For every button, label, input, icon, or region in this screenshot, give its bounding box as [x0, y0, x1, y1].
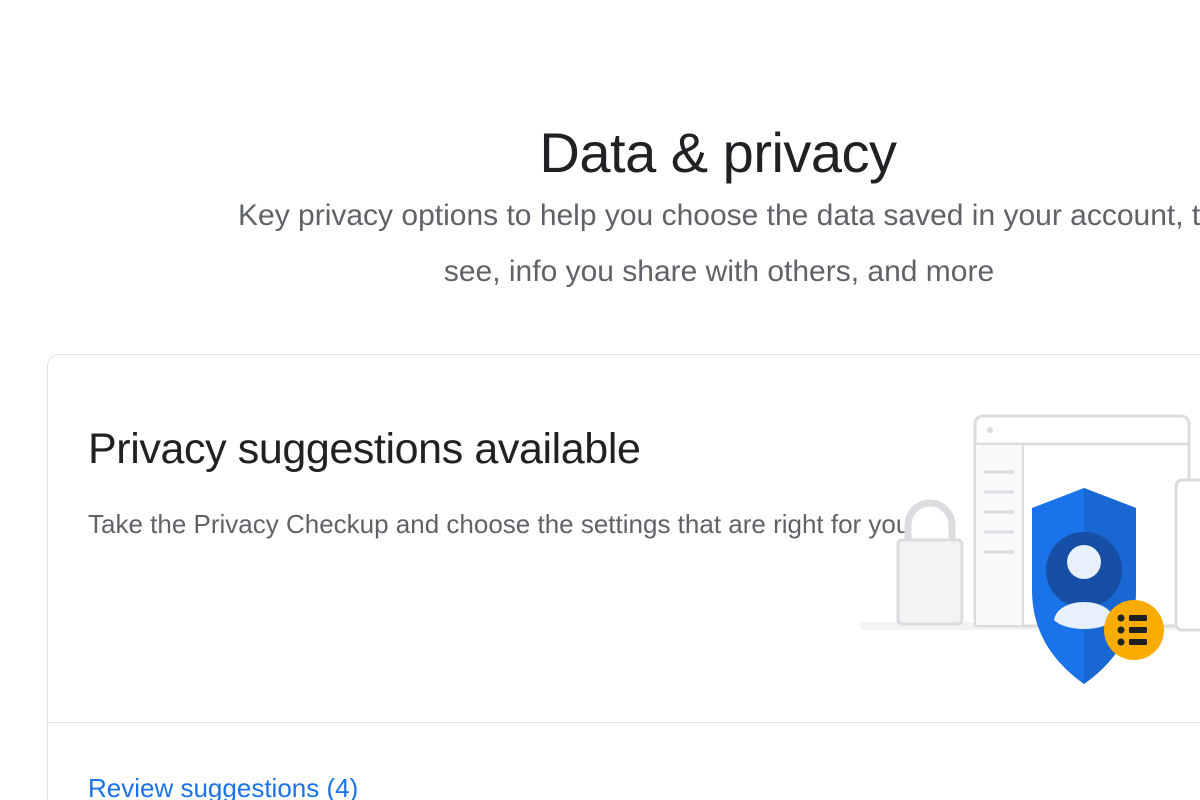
- card-title: Privacy suggestions available: [88, 425, 641, 473]
- page-subtitle-line-2: see, info you share with others, and mor…: [443, 255, 995, 288]
- page-title: Data & privacy: [539, 120, 897, 184]
- page-subtitle: Key privacy options to help you choose t…: [238, 188, 1200, 300]
- privacy-checkup-illustration: [860, 414, 1200, 684]
- review-suggestions-link[interactable]: Review suggestions (4): [88, 773, 358, 800]
- lock-icon: [896, 499, 964, 626]
- card-divider: [48, 722, 1200, 723]
- page-subtitle-line-1: Key privacy options to help you choose t…: [238, 199, 1200, 232]
- data-privacy-page: Data & privacy Key privacy options to he…: [0, 0, 1200, 800]
- list-badge-icon: [1104, 600, 1164, 660]
- card-description: Take the Privacy Checkup and choose the …: [88, 509, 911, 539]
